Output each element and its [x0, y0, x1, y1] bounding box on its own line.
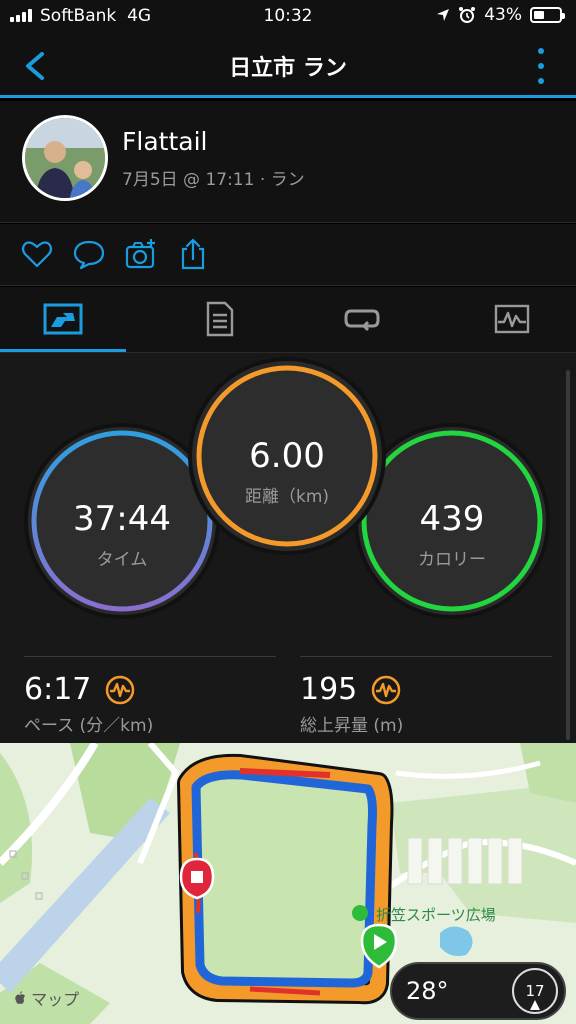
- details-icon: [206, 301, 234, 337]
- elevation-badge-icon: [372, 675, 401, 704]
- tab-charts[interactable]: [440, 287, 576, 351]
- battery-percent: 43%: [484, 5, 522, 25]
- elevation-value: 195: [300, 672, 358, 707]
- apple-logo-icon: [15, 991, 25, 1004]
- user-name[interactable]: Flattail: [122, 127, 207, 156]
- action-bar: [0, 224, 576, 286]
- tab-details[interactable]: [148, 287, 292, 351]
- time-label: タイム: [96, 550, 148, 570]
- pace-value: 6:17: [24, 672, 92, 707]
- battery-icon: [530, 7, 565, 23]
- chart-icon: [494, 304, 530, 334]
- tab-laps[interactable]: [290, 287, 434, 351]
- pace-badge-icon: [106, 675, 135, 704]
- alarm-icon: [459, 7, 476, 23]
- maps-logo: マップ: [14, 986, 79, 1010]
- pace-label: ペース (分／km): [24, 716, 154, 736]
- divider: [300, 656, 552, 657]
- tab-overview[interactable]: [0, 287, 126, 352]
- nav-bar: 日立市 ラン: [0, 34, 576, 98]
- elevation-label: 総上昇量 (m): [300, 716, 404, 736]
- divider: [24, 656, 276, 657]
- pace-metric[interactable]: 6:17 ペース (分／km): [24, 672, 153, 736]
- tab-bar: [0, 287, 576, 353]
- park-icon: [352, 905, 368, 921]
- wind-dial: 17: [512, 968, 558, 1014]
- more-vertical-icon[interactable]: [536, 48, 546, 84]
- add-photo-icon[interactable]: [124, 237, 158, 271]
- calories-label: カロリー: [418, 550, 486, 570]
- weather-widget[interactable]: 28° 17: [390, 962, 566, 1020]
- calories-ring[interactable]: 439 カロリー: [364, 433, 540, 609]
- temperature: 28°: [406, 977, 449, 1005]
- activity-header: Flattail 7月5日 @ 17:11 · ラン: [0, 101, 576, 223]
- activity-meta: 7月5日 @ 17:11 · ラン: [122, 170, 305, 190]
- page-title: 日立市 ラン: [229, 56, 347, 81]
- distance-label: 距離（km): [244, 487, 330, 507]
- status-right: 43%: [436, 5, 565, 25]
- share-icon[interactable]: [176, 237, 210, 271]
- finish-marker-icon: [179, 857, 215, 900]
- overview-icon: [43, 303, 83, 335]
- place-label: 折笠スポーツ広場: [376, 906, 496, 924]
- elevation-metric[interactable]: 195 総上昇量 (m): [300, 672, 403, 736]
- comment-icon[interactable]: [72, 237, 106, 271]
- distance-ring[interactable]: 6.00 距離（km): [199, 368, 375, 544]
- status-bar: SoftBank 4G 10:32 43%: [0, 0, 576, 34]
- laps-icon: [344, 309, 380, 332]
- calories-value: 439: [419, 499, 485, 539]
- time-ring[interactable]: 37:44 タイム: [34, 433, 210, 609]
- location-icon: [437, 9, 450, 21]
- avatar[interactable]: [22, 115, 108, 201]
- wind-speed: 17: [525, 982, 545, 1000]
- distance-value: 6.00: [249, 436, 325, 476]
- maps-provider: マップ: [31, 990, 80, 1009]
- time-value: 37:44: [73, 499, 171, 539]
- heart-icon[interactable]: [20, 237, 54, 271]
